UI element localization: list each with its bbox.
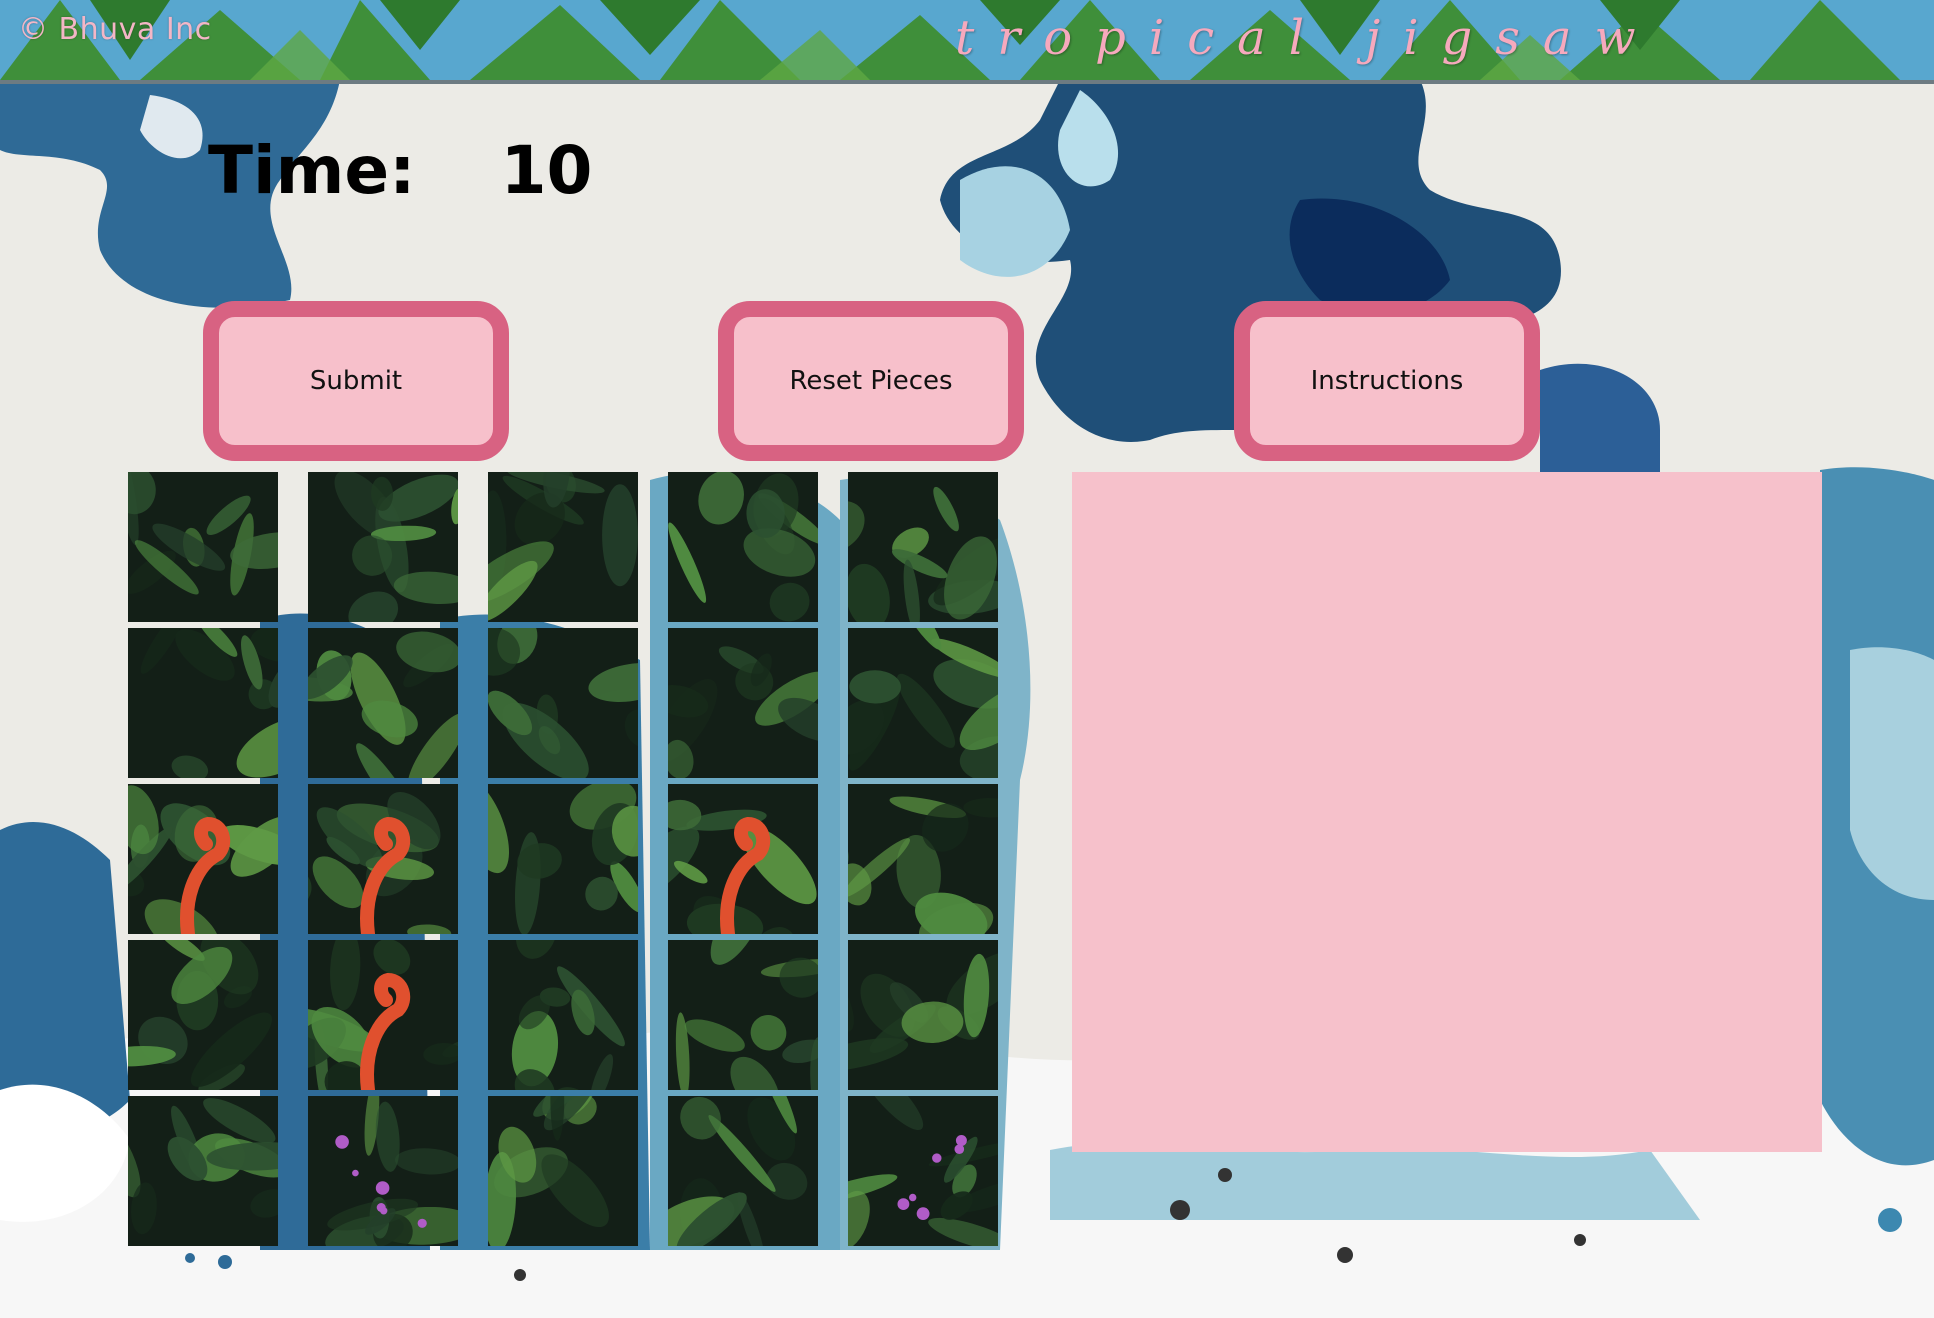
- header-banner: © Bhuva Inc tropical jigsaw: [0, 0, 1934, 84]
- puzzle-piece-bright-leaves[interactable]: [653, 628, 844, 820]
- puzzle-piece-dark-vines[interactable]: [805, 940, 1027, 1090]
- timer-label: Time:: [208, 132, 416, 209]
- puzzle-piece-purple-flowers[interactable]: [308, 1079, 478, 1254]
- puzzle-piece-branches[interactable]: [488, 905, 638, 1123]
- puzzle-piece-ibis-head[interactable]: [619, 784, 818, 990]
- piece-image: [488, 905, 638, 1123]
- piece-image: [109, 784, 303, 959]
- piece-image: [279, 927, 485, 1105]
- puzzle-piece-branch-leaves[interactable]: [308, 470, 475, 634]
- instructions-button[interactable]: Instructions: [1234, 301, 1540, 461]
- copyright-text: © Bhuva Inc: [18, 12, 212, 47]
- puzzle-piece-pale-leaves[interactable]: [456, 778, 690, 936]
- puzzle-piece-flamingo-leaves[interactable]: [109, 784, 303, 959]
- puzzle-board[interactable]: [1072, 472, 1822, 1152]
- puzzle-piece-broad-leaf[interactable]: [98, 1096, 314, 1246]
- puzzle-piece-shadow-leaves[interactable]: [831, 583, 1043, 784]
- piece-image: [93, 927, 278, 1094]
- puzzle-piece-flamingo-neck[interactable]: [273, 784, 458, 941]
- piece-image: [640, 469, 828, 622]
- pieces-tray: [93, 438, 1043, 1264]
- puzzle-piece-dark-leaves[interactable]: [466, 616, 674, 781]
- puzzle-piece-ferns[interactable]: [93, 927, 278, 1094]
- piece-image: [808, 472, 1018, 633]
- piece-image: [273, 784, 458, 941]
- piece-image: [653, 628, 844, 820]
- game-title: tropical jigsaw: [955, 10, 1659, 66]
- puzzle-piece-flamingo-body[interactable]: [279, 927, 485, 1105]
- puzzle-piece-foliage[interactable]: [640, 469, 828, 622]
- piece-image: [807, 1064, 1039, 1252]
- puzzle-piece-dark-foliage[interactable]: [128, 608, 327, 782]
- puzzle-piece-branch-perch[interactable]: [647, 1044, 818, 1264]
- timer: Time: 10: [208, 132, 592, 209]
- piece-image: [805, 940, 1027, 1090]
- reset-pieces-button[interactable]: Reset Pieces: [718, 301, 1024, 461]
- piece-image: [668, 889, 844, 1116]
- piece-image: [458, 442, 638, 622]
- submit-button[interactable]: Submit: [203, 301, 509, 461]
- piece-image: [647, 1044, 818, 1264]
- puzzle-piece-shadow-branches[interactable]: [668, 889, 844, 1116]
- piece-image: [308, 470, 475, 634]
- timer-value: 10: [500, 132, 593, 209]
- piece-image: [308, 1079, 478, 1254]
- piece-image: [483, 1051, 638, 1252]
- puzzle-piece-green-leaves[interactable]: [810, 784, 1017, 949]
- piece-image: [98, 1096, 314, 1246]
- puzzle-piece-twigs[interactable]: [483, 1051, 638, 1252]
- piece-image: [466, 616, 674, 781]
- puzzle-piece-large-leaf[interactable]: [808, 472, 1018, 633]
- piece-image: [111, 438, 314, 622]
- piece-image: [831, 583, 1043, 784]
- puzzle-piece-hanging-leaves[interactable]: [265, 628, 467, 829]
- puzzle-piece-leaf-cluster[interactable]: [111, 438, 314, 622]
- piece-image: [128, 608, 327, 782]
- piece-image: [456, 778, 690, 936]
- puzzle-piece-purple-buds[interactable]: [807, 1064, 1039, 1252]
- piece-image: [810, 784, 1017, 949]
- piece-image: [619, 784, 818, 990]
- piece-image: [265, 628, 467, 829]
- puzzle-piece-vine-leaves[interactable]: [458, 442, 638, 622]
